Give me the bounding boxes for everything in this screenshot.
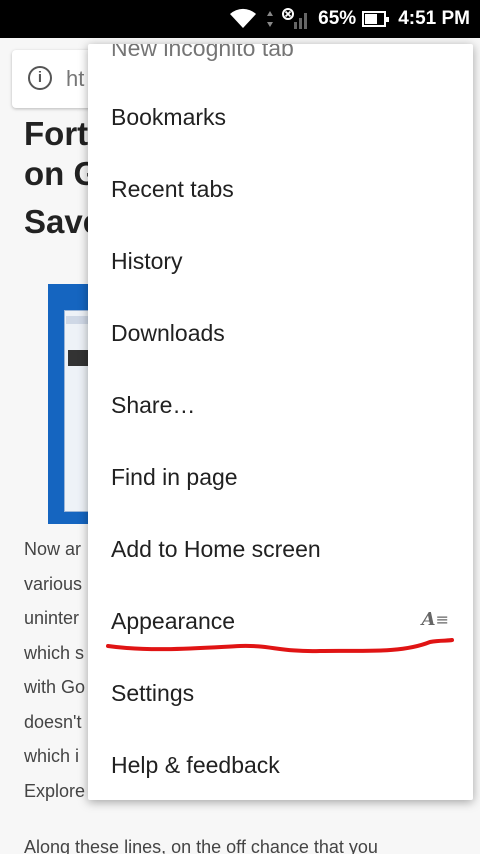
menu-item-label: Help & feedback [111, 751, 280, 778]
menu-item-label: Downloads [111, 319, 225, 346]
url-text[interactable]: ht [66, 66, 84, 92]
info-icon[interactable]: i [28, 66, 52, 90]
paragraph-line: doesn't [24, 712, 82, 732]
menu-item-history[interactable]: History [88, 225, 473, 297]
clock: 4:51 PM [398, 8, 470, 29]
menu-item-label: Recent tabs [111, 175, 234, 202]
paragraph-line: with Go [24, 677, 86, 697]
no-signal-icon [282, 8, 310, 30]
wifi-icon [228, 8, 258, 30]
data-transfer-icon [266, 10, 274, 28]
battery-percent: 65% [318, 8, 357, 29]
menu-item-label: Share… [111, 391, 196, 418]
menu-item-label: New incognito tab [111, 44, 294, 61]
menu-item-settings[interactable]: Settings [88, 657, 473, 729]
paragraph-line: Along these lines, on the off chance tha… [24, 837, 378, 854]
menu-item-label: Add to Home screen [111, 535, 321, 562]
menu-item-share[interactable]: Share… [88, 369, 473, 441]
menu-item-help-feedback[interactable]: Help & feedback [88, 729, 473, 800]
paragraph-line: Explore [24, 781, 86, 801]
menu-item-bookmarks[interactable]: Bookmarks [88, 81, 473, 153]
menu-item-recent-tabs[interactable]: Recent tabs [88, 153, 473, 225]
menu-item-downloads[interactable]: Downloads [88, 297, 473, 369]
paragraph-line: which s [24, 643, 85, 663]
paragraph-line: Now ar [24, 539, 82, 559]
paragraph-line: various [24, 574, 83, 594]
menu-item-add-to-home-screen[interactable]: Add to Home screen [88, 513, 473, 585]
menu-item-new-incognito-tab[interactable]: New incognito tab [88, 44, 473, 84]
paragraph-line: uninter [24, 608, 80, 628]
menu-item-label: Appearance [111, 607, 236, 634]
menu-item-label: History [111, 247, 183, 274]
overflow-menu: New incognito tab Bookmarks Recent tabs … [88, 44, 473, 800]
paragraph-line: which i [24, 746, 80, 766]
menu-item-label: Bookmarks [111, 103, 227, 130]
text-format-icon: A≡ [421, 609, 449, 630]
menu-item-label: Find in page [111, 463, 238, 490]
status-bar: 65% 4:51 PM [0, 0, 480, 38]
screen: i ht Fort on G Save Now ar various unint… [0, 0, 480, 854]
menu-item-find-in-page[interactable]: Find in page [88, 441, 473, 513]
menu-item-label: Settings [111, 679, 195, 706]
menu-item-appearance[interactable]: Appearance A≡ [88, 585, 473, 657]
battery-icon [362, 11, 390, 27]
